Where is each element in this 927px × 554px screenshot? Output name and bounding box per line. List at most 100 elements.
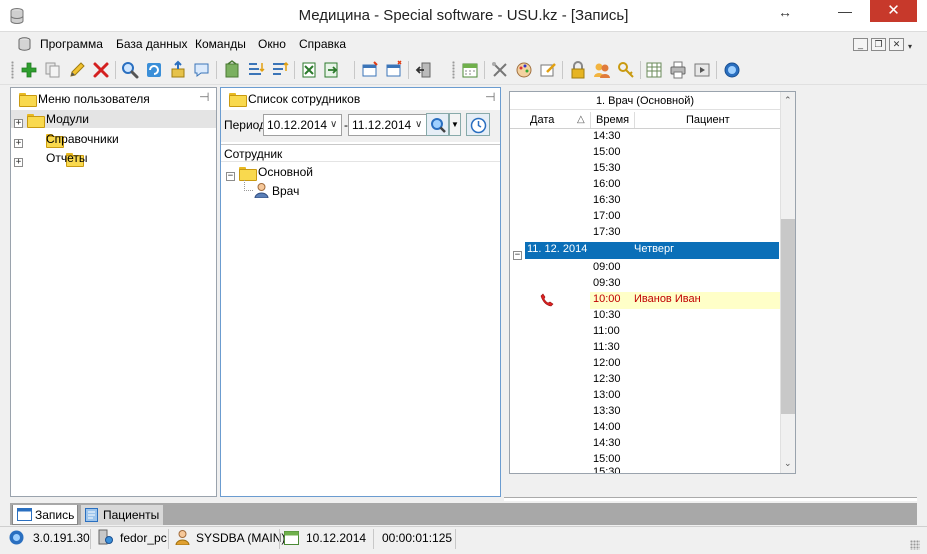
keys-icon[interactable] <box>616 60 636 80</box>
exit-icon[interactable] <box>414 60 434 80</box>
sort-asc-icon[interactable]: △ <box>577 114 585 125</box>
chevron-down-icon[interactable]: ∨ <box>415 119 422 130</box>
close-window-icon[interactable] <box>384 60 404 80</box>
time-cell[interactable]: 12:00 <box>593 357 621 369</box>
menu-program[interactable]: Программа <box>40 36 103 52</box>
form-edit-icon[interactable] <box>538 60 558 80</box>
time-cell[interactable]: 11:00 <box>593 325 620 337</box>
search-button[interactable] <box>426 113 449 136</box>
column-patient[interactable]: Пациент <box>686 114 730 126</box>
mdi-minimize-button[interactable]: _ <box>853 38 868 51</box>
now-button[interactable] <box>466 113 490 136</box>
add-icon[interactable] <box>19 60 39 80</box>
menu-window[interactable]: Окно <box>258 36 286 52</box>
tree-item-label[interactable]: Справочники <box>46 132 119 146</box>
new-window-icon[interactable] <box>360 60 380 80</box>
print-icon[interactable] <box>668 60 688 80</box>
collapse-icon[interactable]: − <box>513 251 522 260</box>
tools-icon[interactable] <box>490 60 510 80</box>
time-cell[interactable]: 16:00 <box>593 178 621 190</box>
time-cell[interactable]: 17:00 <box>593 210 621 222</box>
refresh-icon[interactable] <box>144 60 164 80</box>
time-cell[interactable]: 14:30 <box>593 437 621 449</box>
time-cell[interactable]: 09:30 <box>593 277 621 289</box>
tree-item-reports[interactable]: + <box>14 153 23 167</box>
date-from-combo[interactable]: 10.12.2014 ∨ <box>263 114 342 136</box>
menu-overflow-icon[interactable]: ▾ <box>908 42 912 51</box>
resize-grip-icon[interactable] <box>910 540 920 550</box>
palette-icon[interactable] <box>514 60 534 80</box>
time-cell[interactable]: 15:30 <box>593 162 621 174</box>
search-icon[interactable] <box>120 60 140 80</box>
info-icon[interactable] <box>722 60 742 80</box>
pin-icon[interactable]: ⊣ <box>485 90 495 104</box>
filter-icon[interactable] <box>222 60 242 80</box>
delete-icon[interactable] <box>91 60 111 80</box>
scroll-up-icon[interactable]: ⌃ <box>784 95 792 106</box>
menu-database[interactable]: База данных <box>116 36 187 52</box>
time-cell[interactable]: 12:30 <box>593 373 621 385</box>
tree-group-main[interactable]: − <box>226 167 235 181</box>
users-icon[interactable] <box>592 60 612 80</box>
chevron-down-icon[interactable]: ∨ <box>330 119 337 130</box>
tab-label: Пациенты <box>103 508 160 522</box>
menu-help[interactable]: Справка <box>299 36 346 52</box>
tree-item-label[interactable]: Отчеты <box>46 151 87 165</box>
time-cell[interactable]: 11:30 <box>593 341 620 353</box>
menu-commands[interactable]: Команды <box>195 36 246 52</box>
table-icon[interactable] <box>644 60 664 80</box>
time-cell[interactable]: 16:30 <box>593 194 621 206</box>
appointment-time: 10:00 <box>593 293 621 305</box>
column-date[interactable]: Дата <box>530 114 554 126</box>
expand-icon[interactable]: + <box>14 158 23 167</box>
toolbar-grip[interactable] <box>452 61 455 79</box>
sort-desc-icon[interactable] <box>270 60 290 80</box>
collapse-icon[interactable]: − <box>226 172 235 181</box>
tree-item-label[interactable]: Врач <box>272 184 299 198</box>
time-cell[interactable]: 14:30 <box>593 130 621 142</box>
lock-icon[interactable] <box>568 60 588 80</box>
calendar-icon[interactable] <box>460 60 480 80</box>
tree-item-modules[interactable]: + <box>14 114 23 128</box>
export-icon[interactable] <box>168 60 188 80</box>
close-button[interactable]: ✕ <box>870 0 917 22</box>
scrollbar-thumb[interactable] <box>781 219 795 414</box>
time-cell[interactable]: 10:30 <box>593 309 621 321</box>
time-cell[interactable]: 17:30 <box>593 226 621 238</box>
excel-import-icon[interactable] <box>322 60 342 80</box>
tab-patients[interactable]: Пациенты <box>81 505 163 525</box>
tree-item-label[interactable]: Модули <box>46 112 89 126</box>
edit-icon[interactable] <box>67 60 87 80</box>
mdi-restore-button[interactable]: ❐ <box>871 38 886 51</box>
expand-icon[interactable]: + <box>14 119 23 128</box>
resize-button[interactable]: ↔ <box>770 1 800 23</box>
time-cell[interactable]: 15:00 <box>593 146 621 158</box>
horizontal-splitter[interactable] <box>504 497 917 501</box>
time-cell[interactable]: 15:00 <box>593 453 621 465</box>
minimize-button[interactable]: — <box>830 0 860 22</box>
tree-item-references[interactable]: + <box>14 134 23 148</box>
column-header[interactable]: Сотрудник <box>221 144 500 162</box>
play-icon[interactable] <box>692 60 712 80</box>
sort-asc-icon[interactable] <box>246 60 266 80</box>
phone-icon <box>540 293 554 307</box>
pin-icon[interactable]: ⊣ <box>199 90 209 104</box>
time-cell[interactable]: 09:00 <box>593 261 621 273</box>
tab-appointments[interactable]: Запись <box>12 505 78 525</box>
time-cell[interactable]: 13:30 <box>593 405 621 417</box>
search-dropdown-button[interactable]: ▼ <box>449 113 461 136</box>
comment-icon[interactable] <box>192 60 212 80</box>
column-time[interactable]: Время <box>596 114 629 126</box>
day-group-toggle[interactable]: − <box>513 246 522 260</box>
copy-icon[interactable] <box>43 60 63 80</box>
expand-icon[interactable]: + <box>14 139 23 148</box>
time-cell[interactable]: 14:00 <box>593 421 621 433</box>
time-cell[interactable]: 13:00 <box>593 389 621 401</box>
mdi-close-button[interactable]: ✕ <box>889 38 904 51</box>
tree-group-label[interactable]: Основной <box>258 165 313 179</box>
excel-export-icon[interactable] <box>300 60 320 80</box>
time-cell[interactable]: 15:30 <box>593 466 621 473</box>
toolbar-grip[interactable] <box>11 61 14 79</box>
date-to-combo[interactable]: 11.12.2014 ∨ <box>348 114 427 136</box>
scroll-down-icon[interactable]: ⌄ <box>784 458 792 469</box>
